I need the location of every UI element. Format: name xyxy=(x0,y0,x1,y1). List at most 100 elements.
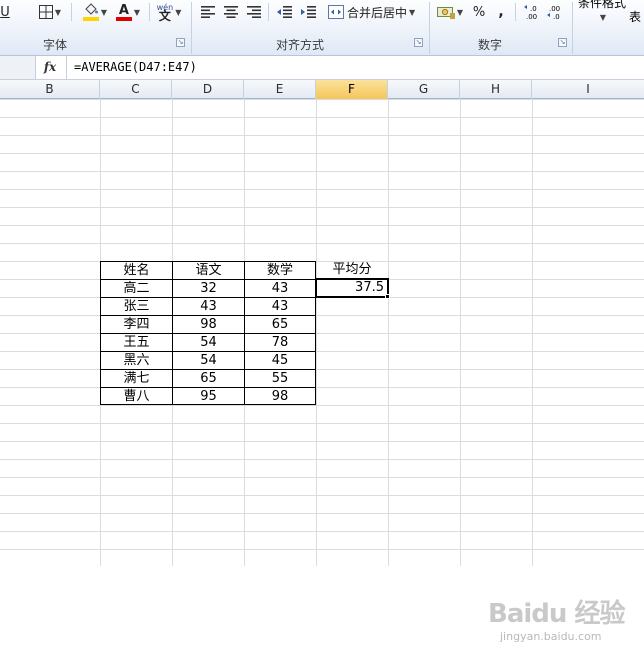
alignment-dialog-launcher[interactable]: ↘ xyxy=(414,38,423,47)
svg-text:.0: .0 xyxy=(553,13,560,20)
column-header-e[interactable]: E xyxy=(244,80,316,99)
align-left-button[interactable] xyxy=(198,2,218,22)
table-cell[interactable]: 65 xyxy=(244,315,316,334)
table-cell[interactable]: 65 xyxy=(172,369,245,388)
merge-center-button[interactable]: 合并后居中 ▼ xyxy=(328,2,424,22)
font-dialog-launcher[interactable]: ↘ xyxy=(176,38,185,47)
decrease-decimal-button[interactable]: .00.0 xyxy=(545,2,565,22)
column-header-d[interactable]: D xyxy=(172,80,244,99)
table-cell[interactable]: 98 xyxy=(244,387,316,405)
row-gridline xyxy=(0,207,644,208)
table-cell[interactable]: 54 xyxy=(172,333,245,352)
table-cell[interactable]: 45 xyxy=(244,351,316,370)
row-gridline xyxy=(0,99,644,100)
table-cell[interactable]: 55 xyxy=(244,369,316,388)
formula-bar: fx =AVERAGE(D47:E47) xyxy=(0,56,644,80)
insert-function-button[interactable]: fx xyxy=(38,58,62,77)
active-cell-average[interactable]: 37.5 xyxy=(315,278,389,298)
table-cell[interactable]: 43 xyxy=(244,297,316,316)
row-gridline xyxy=(0,477,644,478)
number-dialog-launcher[interactable]: ↘ xyxy=(558,38,567,47)
format-as-table-label: 表 xyxy=(629,10,642,24)
align-right-button[interactable] xyxy=(244,2,264,22)
paint-bucket-icon xyxy=(85,3,98,15)
column-header-i[interactable]: I xyxy=(532,80,644,99)
chevron-down-icon: ▼ xyxy=(175,7,182,17)
table-cell[interactable]: 54 xyxy=(172,351,245,370)
table-cell[interactable]: 高二 xyxy=(100,279,173,298)
table-cell[interactable]: 曹八 xyxy=(100,387,173,405)
align-center-icon xyxy=(224,6,238,18)
phonetic-button[interactable]: wén 文 ▼ xyxy=(152,2,186,22)
watermark-logo: Baidu 经验 xyxy=(488,599,625,629)
chevron-down-icon: ▼ xyxy=(133,7,141,17)
conditional-format-button[interactable]: 条件格式 ▼ xyxy=(576,0,628,24)
formula-input[interactable]: =AVERAGE(D47:E47) xyxy=(74,60,197,74)
borders-button[interactable]: ▼ xyxy=(32,2,68,22)
chevron-down-icon: ▼ xyxy=(100,7,108,17)
column-header-b[interactable]: B xyxy=(0,80,100,99)
column-header-g[interactable]: G xyxy=(388,80,460,99)
svg-text:.0: .0 xyxy=(530,5,537,13)
decrease-indent-button[interactable] xyxy=(274,2,294,22)
table-cell[interactable]: 满七 xyxy=(100,369,173,388)
column-gridline xyxy=(460,99,461,566)
row-gridline xyxy=(0,333,644,334)
row-gridline xyxy=(0,315,644,316)
decrease-indent-icon xyxy=(276,6,292,18)
percent-label: % xyxy=(472,4,486,20)
comma-label: , xyxy=(498,4,504,20)
column-headers: B C D E F G H I xyxy=(0,80,644,99)
table-header-chinese[interactable]: 语文 xyxy=(172,261,245,280)
row-gridline xyxy=(0,135,644,136)
row-gridline xyxy=(0,405,644,406)
row-gridline xyxy=(0,189,644,190)
row-gridline xyxy=(0,459,644,460)
group-label-alignment: 对齐方式 xyxy=(275,38,324,52)
name-box[interactable] xyxy=(0,56,36,79)
table-cell[interactable]: 98 xyxy=(172,315,245,334)
table-header-math[interactable]: 数学 xyxy=(244,261,316,280)
underline-button[interactable]: U xyxy=(0,2,10,22)
column-header-h[interactable]: H xyxy=(460,80,532,99)
column-gridline xyxy=(316,99,317,566)
column-header-c[interactable]: C xyxy=(100,80,172,99)
chevron-down-icon: ▼ xyxy=(409,7,416,17)
merge-cells-icon xyxy=(328,5,344,19)
column-header-f[interactable]: F xyxy=(316,80,388,99)
svg-text:.00: .00 xyxy=(526,13,537,20)
format-as-table-button[interactable]: 表 xyxy=(629,8,644,24)
average-header[interactable]: 平均分 xyxy=(316,261,388,279)
table-cell[interactable]: 95 xyxy=(172,387,245,405)
ribbon: U ▼ ▼ A ▼ wén 文 ▼ 合并后居中 ▼ ▼ % , .0 .00 .… xyxy=(0,0,644,56)
decrease-decimal-icon: .00.0 xyxy=(547,5,560,20)
percent-style-button[interactable]: % xyxy=(470,2,488,22)
increase-decimal-button[interactable]: .0.00 xyxy=(522,2,542,22)
font-color-button[interactable]: A ▼ xyxy=(112,2,144,22)
table-cell[interactable]: 43 xyxy=(172,297,245,316)
table-cell[interactable]: 王五 xyxy=(100,333,173,352)
merge-center-label: 合并后居中 xyxy=(347,5,408,20)
font-color-swatch xyxy=(115,17,132,21)
accounting-format-button[interactable]: ▼ xyxy=(434,2,466,22)
fill-color-button[interactable]: ▼ xyxy=(80,2,110,22)
fill-handle[interactable] xyxy=(385,294,390,299)
worksheet-grid[interactable]: 姓名 语文 数学 平均分 高二 32 43 张三 43 43 李四 98 65 … xyxy=(0,99,644,643)
increase-indent-icon xyxy=(300,6,316,18)
table-cell[interactable]: 张三 xyxy=(100,297,173,316)
row-gridline xyxy=(0,369,644,370)
increase-decimal-icon: .0.00 xyxy=(524,5,537,20)
table-cell[interactable]: 43 xyxy=(244,279,316,298)
increase-indent-button[interactable] xyxy=(298,2,318,22)
align-center-button[interactable] xyxy=(221,2,241,22)
table-cell[interactable]: 78 xyxy=(244,333,316,352)
table-cell[interactable]: 黑六 xyxy=(100,351,173,370)
phonetic-char: 文 xyxy=(158,9,171,23)
table-cell[interactable]: 32 xyxy=(172,279,245,298)
row-gridline xyxy=(0,225,644,226)
table-header-name[interactable]: 姓名 xyxy=(100,261,173,280)
table-cell[interactable]: 李四 xyxy=(100,315,173,334)
fill-color-swatch xyxy=(82,17,99,21)
comma-style-button[interactable]: , xyxy=(494,2,508,22)
column-gridline xyxy=(388,99,389,566)
